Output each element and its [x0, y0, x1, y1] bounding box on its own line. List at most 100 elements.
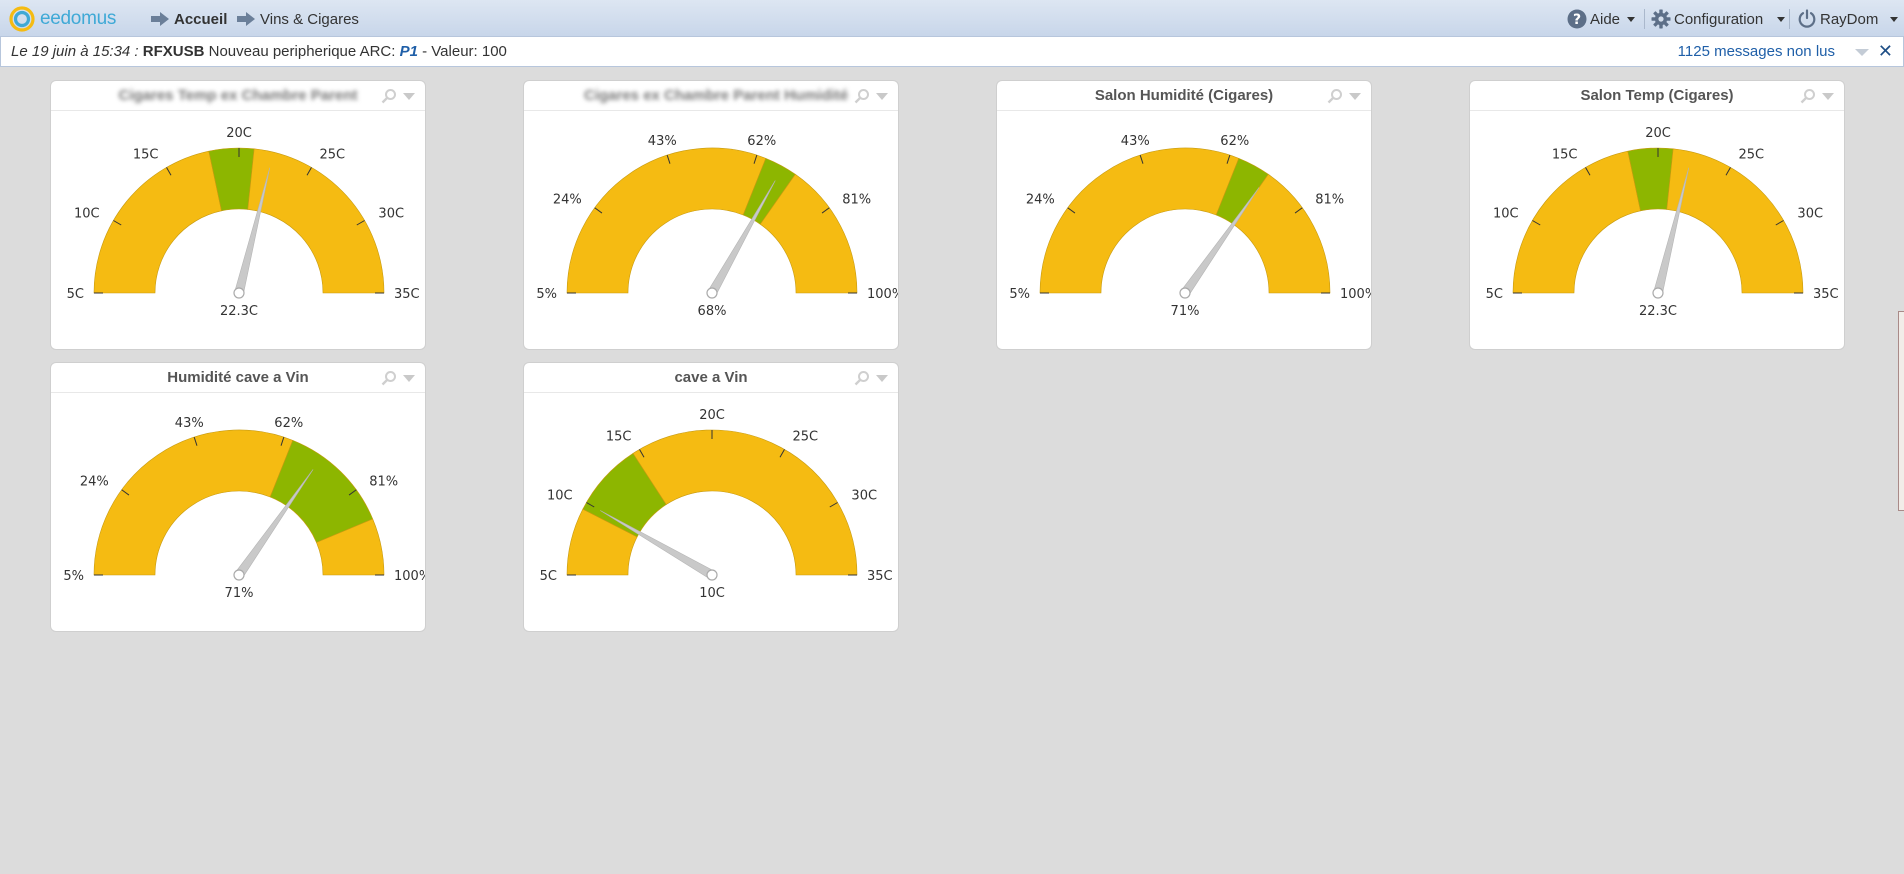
gauge-widget-salon-humidite: Salon Humidité (Cigares) 5% 24% 43% 62% 81% 1… [996, 80, 1372, 350]
nav-vins-cigares[interactable]: Vins & Cigares [236, 9, 359, 29]
nav-accueil[interactable]: Accueil [150, 9, 227, 29]
close-icon[interactable]: ✕ [1878, 41, 1893, 62]
help-menu[interactable]: ? Aide [1567, 8, 1636, 30]
gauge-tick-label: 35C [394, 287, 420, 302]
gauge-widget-salon-temp: Salon Temp (Cigares) 5C 10C 15C 20C 25C 30C 35… [1469, 80, 1845, 350]
gauge-tick-label: 24% [1026, 192, 1055, 207]
gauge-value-label: 22.3C [1639, 304, 1677, 319]
gauge-tick-label: 30C [378, 207, 404, 222]
gauge-band-2 [632, 429, 858, 576]
gauge-value-label: 22.3C [220, 304, 258, 319]
gauge-needle-pivot [706, 287, 718, 299]
gauge-needle-pivot [706, 569, 718, 581]
zoom-icon[interactable] [854, 370, 870, 386]
arrow-right-icon [237, 12, 255, 26]
widget-title: Salon Humidité (Cigares) [1094, 87, 1274, 104]
gauge-tick-label: 25C [320, 148, 346, 163]
gauge-value-label: 68% [698, 304, 727, 319]
help-icon: ? [1567, 9, 1587, 29]
gauge-value-label: 71% [1171, 304, 1200, 319]
configuration-menu[interactable]: Configuration [1651, 8, 1786, 30]
gauge-tick-label: 30C [851, 489, 877, 504]
message-device: RFXUSB [142, 43, 205, 60]
gauge-widget-cigares-temp: Cigares Temp ex Chambre Parent 5C 10C 15C 2… [50, 80, 426, 350]
gauge-tick-label: 43% [648, 134, 677, 149]
gauge-tick-label: 15C [133, 148, 159, 163]
zoom-icon[interactable] [381, 88, 397, 104]
chevron-down-icon[interactable] [876, 93, 888, 100]
gauge-tick-label: 5% [536, 287, 557, 302]
widget-header: Salon Humidité (Cigares) [997, 81, 1371, 111]
gauge-tick-label: 100% [394, 569, 426, 584]
chevron-down-icon[interactable] [1349, 93, 1361, 100]
arrow-right-icon [151, 12, 169, 26]
widget-title: Cigares Temp ex Chambre Parent [118, 87, 358, 104]
gauge-tick-label: 35C [867, 569, 893, 584]
gauge-tick-label: 20C [226, 126, 252, 141]
gauge-tick-label: 20C [1645, 126, 1671, 141]
menu-separator [1644, 9, 1645, 29]
side-panel-edge[interactable] [1898, 311, 1904, 511]
eedomus-logo[interactable]: eedomus [8, 5, 116, 32]
logo-text: eedomus [40, 7, 117, 29]
chevron-down-icon[interactable] [1855, 49, 1869, 56]
last-message[interactable]: Le 19 juin à 15:34 : RFXUSB Nouveau peri… [11, 43, 507, 60]
nav-vins-cigares-label: Vins & Cigares [260, 10, 359, 28]
gauge-widget-cave-a-vin: cave a Vin 5C 10C 15C 20C 25C 30C 35C 10C [523, 362, 899, 632]
gauge-tick-label: 81% [1315, 192, 1344, 207]
gauge-chart: 5% 24% 43% 62% 81% 100% 71% [1009, 134, 1371, 319]
gauge-tick-label: 5C [1486, 287, 1503, 302]
gauge-tick-label: 5% [63, 569, 84, 584]
gauge-tick-label: 43% [1121, 134, 1150, 149]
chevron-down-icon[interactable] [403, 375, 415, 382]
gauge-tick-label: 30C [1797, 207, 1823, 222]
gear-icon [1651, 9, 1671, 29]
chevron-down-icon [1777, 16, 1786, 22]
gauge-chart: 5C 10C 15C 20C 25C 30C 35C 22.3C [1486, 126, 1839, 319]
chevron-down-icon[interactable] [1822, 93, 1834, 100]
gauge-tick-label: 5C [67, 287, 84, 302]
configuration-menu-label: Configuration [1674, 10, 1764, 28]
user-menu[interactable]: RayDom [1797, 8, 1899, 30]
logo-ring-icon [9, 5, 35, 32]
gauge-needle-pivot [233, 569, 245, 581]
gauge-tick-label: 81% [842, 192, 871, 207]
zoom-icon[interactable] [1800, 88, 1816, 104]
gauge-tick-label: 25C [793, 430, 819, 445]
unread-messages-link[interactable]: 1125 messages non lus [1678, 43, 1835, 60]
zoom-icon[interactable] [1327, 88, 1343, 104]
gauge-tick-label: 62% [747, 134, 776, 149]
message-peripheral: P1 [399, 43, 418, 60]
gauge-band-0 [1039, 147, 1240, 294]
gauge-chart: 5% 24% 43% 62% 81% 100% 71% [63, 416, 426, 601]
gauge-tick-label: 20C [699, 408, 725, 423]
chevron-down-icon[interactable] [876, 375, 888, 382]
chevron-down-icon [1890, 16, 1899, 22]
gauge-tick-label: 35C [1813, 287, 1839, 302]
zoom-icon[interactable] [381, 370, 397, 386]
gauge-band-0 [93, 429, 294, 576]
svg-text:?: ? [1573, 12, 1581, 28]
gauge-tick-label: 15C [606, 430, 632, 445]
gauge-chart: 5C 10C 15C 20C 25C 30C 35C 22.3C [67, 126, 420, 319]
gauge-tick-label: 43% [175, 416, 204, 431]
gauge-tick-label: 5C [540, 569, 557, 584]
chevron-down-icon[interactable] [403, 93, 415, 100]
gauge-band-0 [566, 147, 767, 294]
zoom-icon[interactable] [854, 88, 870, 104]
gauge-needle-pivot [1652, 287, 1664, 299]
nav-accueil-label: Accueil [174, 10, 228, 28]
gauge-chart: 5% 24% 43% 62% 81% 100% 68% [536, 134, 898, 319]
gauge-tick-label: 10C [547, 489, 573, 504]
gauge-tick-label: 10C [74, 207, 100, 222]
gauge-tick-label: 24% [553, 192, 582, 207]
gauge-band-0 [93, 150, 222, 294]
gauge-tick-label: 62% [274, 416, 303, 431]
gauge-tick-label: 81% [369, 474, 398, 489]
message-date: Le 19 juin à 15:34 : [11, 43, 139, 60]
gauge-tick-label: 24% [80, 474, 109, 489]
widget-title: Salon Temp (Cigares) [1580, 87, 1734, 104]
message-bar: Le 19 juin à 15:34 : RFXUSB Nouveau peri… [0, 37, 1904, 67]
widget-title: Cigares ex Chambre Parent Humidité [584, 87, 849, 104]
message-value: - Valeur: 100 [422, 43, 507, 60]
